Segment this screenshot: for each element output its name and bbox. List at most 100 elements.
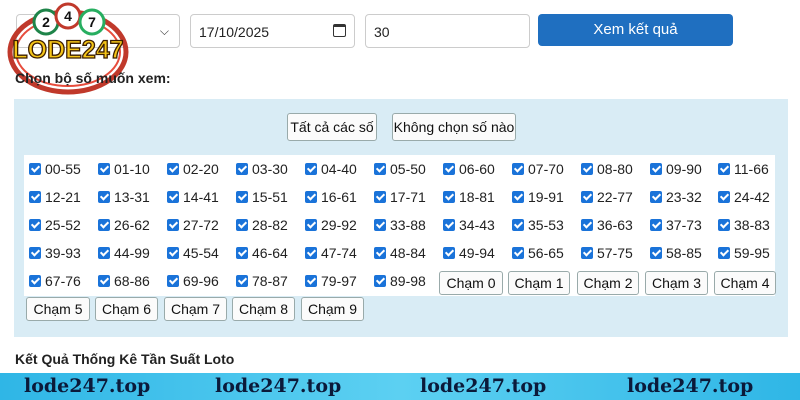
checkbox-checked-icon[interactable] (374, 191, 386, 203)
checkbox-checked-icon[interactable] (305, 275, 317, 287)
pair-label: 33-88 (390, 217, 426, 233)
checkbox-checked-icon[interactable] (374, 219, 386, 231)
pair-label: 03-30 (252, 161, 288, 177)
checkbox-checked-icon[interactable] (581, 191, 593, 203)
checkbox-checked-icon[interactable] (98, 191, 110, 203)
checkbox-checked-icon[interactable] (650, 219, 662, 231)
count-input[interactable]: 30 (365, 14, 530, 48)
checkbox-checked-icon[interactable] (581, 163, 593, 175)
pair-label: 29-92 (321, 217, 357, 233)
checkbox-checked-icon[interactable] (374, 275, 386, 287)
pair-label: 58-85 (666, 245, 702, 261)
checkbox-checked-icon[interactable] (98, 275, 110, 287)
checkbox-checked-icon[interactable] (305, 247, 317, 259)
date-input[interactable]: 17/10/2025 (190, 14, 355, 48)
cham-7-button[interactable]: Chạm 7 (164, 297, 227, 321)
pair-label: 16-61 (321, 189, 357, 205)
pair-label: 09-90 (666, 161, 702, 177)
pair-label: 15-51 (252, 189, 288, 205)
pair-label: 39-93 (45, 245, 81, 261)
checkbox-checked-icon[interactable] (718, 191, 730, 203)
checkbox-checked-icon[interactable] (29, 219, 41, 231)
checkbox-checked-icon[interactable] (29, 163, 41, 175)
ball-digit-7: 7 (88, 14, 96, 30)
checkbox-checked-icon[interactable] (443, 191, 455, 203)
footer-site-text: lode247.top (627, 375, 754, 397)
checkbox-checked-icon[interactable] (167, 219, 179, 231)
pair-label: 46-64 (252, 245, 288, 261)
cham-4-button[interactable]: Chạm 4 (714, 271, 776, 295)
pair-label: 68-86 (114, 273, 150, 289)
pair-label: 67-76 (45, 273, 81, 289)
checkbox-checked-icon[interactable] (443, 219, 455, 231)
checkbox-checked-icon[interactable] (167, 191, 179, 203)
checkbox-checked-icon[interactable] (443, 247, 455, 259)
pair-label: 11-66 (734, 161, 769, 177)
view-results-button[interactable]: Xem kết quả (538, 14, 733, 46)
checkbox-checked-icon[interactable] (236, 163, 248, 175)
checkbox-checked-icon[interactable] (718, 219, 730, 231)
pair-label: 69-96 (183, 273, 219, 289)
checkbox-checked-icon[interactable] (236, 219, 248, 231)
pair-label: 47-74 (321, 245, 357, 261)
pair-label: 89-98 (390, 273, 426, 289)
cham-6-button[interactable]: Chạm 6 (95, 297, 158, 321)
checkbox-checked-icon[interactable] (305, 191, 317, 203)
select-none-button[interactable]: Không chọn số nào (392, 113, 516, 141)
checkbox-checked-icon[interactable] (718, 163, 730, 175)
calendar-icon[interactable] (333, 24, 346, 37)
cham-2-button[interactable]: Chạm 2 (577, 271, 639, 295)
pair-label: 78-87 (252, 273, 288, 289)
pair-label: 22-77 (597, 189, 633, 205)
select-all-button[interactable]: Tất cả các số (287, 113, 377, 141)
checkbox-checked-icon[interactable] (718, 247, 730, 259)
checkbox-checked-icon[interactable] (29, 275, 41, 287)
select-section-title: Chọn bộ số muốn xem: (15, 70, 171, 86)
pair-label: 00-55 (45, 161, 81, 177)
pair-label: 45-54 (183, 245, 219, 261)
pair-label: 06-60 (459, 161, 495, 177)
checkbox-checked-icon[interactable] (581, 247, 593, 259)
checkbox-checked-icon[interactable] (167, 247, 179, 259)
checkbox-checked-icon[interactable] (305, 219, 317, 231)
cham-0-button[interactable]: Chạm 0 (439, 271, 503, 295)
checkbox-checked-icon[interactable] (167, 275, 179, 287)
checkbox-checked-icon[interactable] (581, 219, 593, 231)
checkbox-checked-icon[interactable] (98, 247, 110, 259)
checkbox-checked-icon[interactable] (236, 247, 248, 259)
checkbox-checked-icon[interactable] (236, 191, 248, 203)
checkbox-checked-icon[interactable] (512, 191, 524, 203)
ball-digit-2: 2 (42, 14, 50, 30)
chevron-down-icon: ⌵ (159, 24, 169, 38)
checkbox-checked-icon[interactable] (512, 163, 524, 175)
pair-label: 49-94 (459, 245, 495, 261)
cham-9-button[interactable]: Chạm 9 (301, 297, 364, 321)
cham-3-button[interactable]: Chạm 3 (645, 271, 708, 295)
pair-label: 35-53 (528, 217, 564, 233)
cham-5-button[interactable]: Chạm 5 (26, 297, 90, 321)
checkbox-checked-icon[interactable] (29, 191, 41, 203)
checkbox-checked-icon[interactable] (236, 275, 248, 287)
checkbox-checked-icon[interactable] (305, 163, 317, 175)
checkbox-checked-icon[interactable] (374, 247, 386, 259)
checkbox-checked-icon[interactable] (650, 191, 662, 203)
footer-site-text: lode247.top (420, 375, 547, 397)
date-value: 17/10/2025 (199, 24, 270, 40)
pair-label: 14-41 (183, 189, 219, 205)
checkbox-checked-icon[interactable] (650, 247, 662, 259)
checkbox-checked-icon[interactable] (167, 163, 179, 175)
checkbox-checked-icon[interactable] (650, 163, 662, 175)
checkbox-checked-icon[interactable] (512, 247, 524, 259)
cham-8-button[interactable]: Chạm 8 (232, 297, 295, 321)
checkbox-checked-icon[interactable] (98, 163, 110, 175)
pair-label: 24-42 (734, 189, 770, 205)
cham-1-button[interactable]: Chạm 1 (508, 271, 570, 295)
checkbox-checked-icon[interactable] (443, 163, 455, 175)
pair-label: 08-80 (597, 161, 633, 177)
pair-label: 28-82 (252, 217, 288, 233)
checkbox-checked-icon[interactable] (29, 247, 41, 259)
checkbox-checked-icon[interactable] (374, 163, 386, 175)
footer-banner: lode247.top lode247.top lode247.top lode… (0, 373, 800, 400)
checkbox-checked-icon[interactable] (512, 219, 524, 231)
checkbox-checked-icon[interactable] (98, 219, 110, 231)
